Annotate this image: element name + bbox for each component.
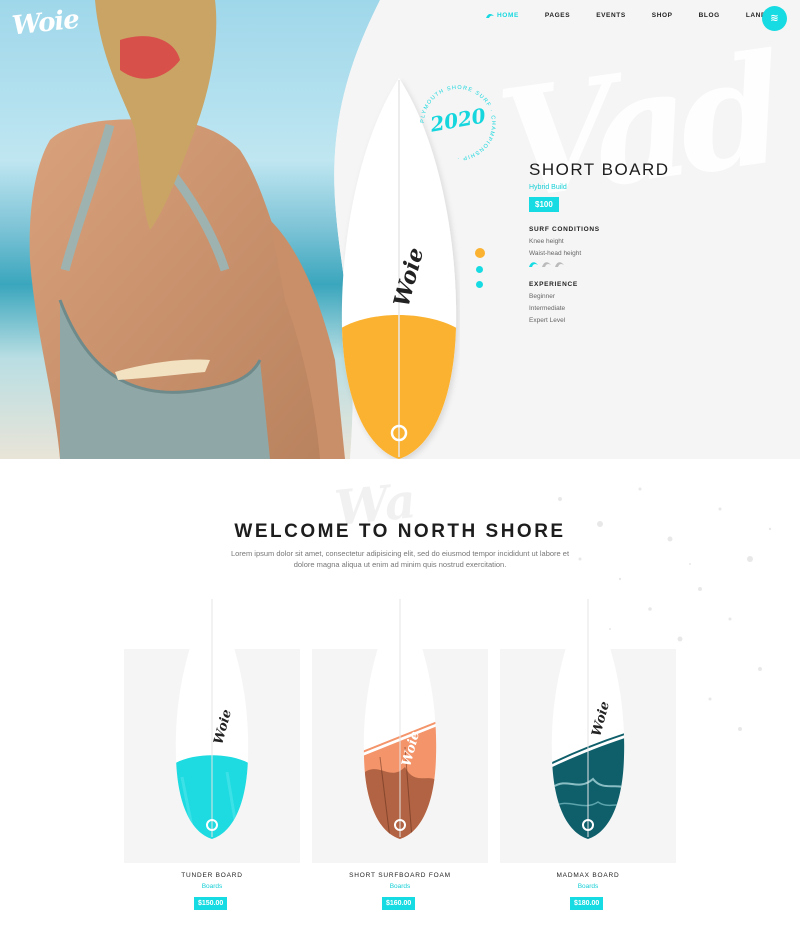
product-build: Hybrid Build <box>529 184 567 191</box>
product-category[interactable]: Boards <box>500 883 676 890</box>
waves-icon: ≋ <box>770 13 779 24</box>
nav-item-blog[interactable]: BLOG <box>699 12 720 19</box>
product-card[interactable]: Woie <box>500 597 676 863</box>
product-card[interactable]: Woie <box>312 597 488 863</box>
product-price: $180.00 <box>570 897 604 910</box>
product-price: $150.00 <box>194 897 228 910</box>
nav-item-events[interactable]: EVENTS <box>596 12 626 19</box>
nav-item-label: BLOG <box>698 12 720 19</box>
experience-item: Beginner <box>529 293 556 300</box>
wave-icon <box>529 262 538 267</box>
wave-rating <box>529 261 769 267</box>
product-title[interactable]: SHORT SURFBOARD FOAM <box>312 872 488 879</box>
nav-item-label: HOME <box>497 12 519 19</box>
welcome-title: WELCOME TO NORTH SHORE <box>234 521 566 542</box>
experience-item: Expert Level <box>529 317 566 324</box>
menu-button[interactable]: ≋ <box>762 6 787 31</box>
product-info-panel: SHORT BOARD Hybrid Build $100 SURF CONDI… <box>529 160 769 324</box>
condition-item: Waist-head height <box>529 250 582 257</box>
slider-dot-2[interactable] <box>476 266 483 273</box>
experience-item: Intermediate <box>529 305 566 312</box>
product-price-badge: $100 <box>529 197 559 212</box>
logo-text: Woie <box>10 4 81 42</box>
nav-item-label: SHOP <box>651 12 673 19</box>
wave-icon <box>486 13 494 18</box>
product-title[interactable]: MADMAX BOARD <box>500 872 676 879</box>
nav-item-label: EVENTS <box>596 12 626 19</box>
product-card[interactable]: Woie <box>124 597 300 863</box>
site-logo[interactable]: Woie <box>11 5 81 42</box>
nav-item-pages[interactable]: PAGES <box>545 12 570 19</box>
hero-section: Vad Woie HOME PAGES EVENTS SHOP BLOG LAN… <box>0 0 800 459</box>
wave-icon <box>555 262 564 267</box>
product-image[interactable]: Woie <box>548 597 628 839</box>
experience-title: EXPERIENCE <box>529 281 578 288</box>
condition-item: Knee height <box>529 238 564 245</box>
main-nav: HOME PAGES EVENTS SHOP BLOG LANDING <box>486 12 800 19</box>
product-image[interactable]: Woie <box>172 597 252 839</box>
product-image[interactable]: Woie <box>360 597 440 839</box>
nav-item-shop[interactable]: SHOP <box>652 12 673 19</box>
welcome-section: Wa WELCOME TO NORTH SHORE Lorem ipsum do… <box>0 459 800 943</box>
product-title[interactable]: TUNDER BOARD <box>124 872 300 879</box>
slider-dot-1[interactable] <box>475 248 485 258</box>
product-name: SHORT BOARD <box>529 160 670 179</box>
championship-badge: PLYMOUTH SHORE SURF · CHAMPIONSHIP · 202… <box>417 82 499 164</box>
product-category[interactable]: Boards <box>124 883 300 890</box>
conditions-title: SURF CONDITIONS <box>529 226 600 233</box>
nav-item-home[interactable]: HOME <box>486 12 519 19</box>
wave-icon <box>542 262 551 267</box>
product-price: $160.00 <box>382 897 416 910</box>
slider-pagination <box>475 248 485 296</box>
slider-dot-3[interactable] <box>476 281 483 288</box>
welcome-text: Lorem ipsum dolor sit amet, consectetur … <box>230 549 570 569</box>
nav-item-label: PAGES <box>544 12 571 19</box>
product-category[interactable]: Boards <box>312 883 488 890</box>
